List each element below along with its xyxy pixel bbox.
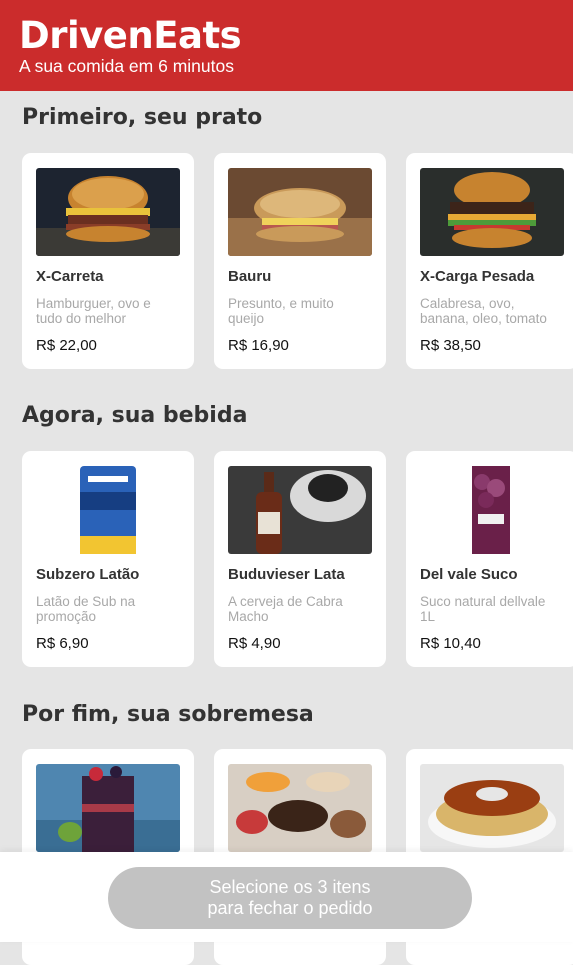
dish-description: Presunto, e muito queijo — [228, 296, 334, 326]
drink-name: Buduvieser Lata — [228, 566, 345, 583]
dish-card-bauru[interactable]: Bauru Presunto, e muito queijo R$ 16,90 — [214, 153, 386, 369]
checkout-footer: Selecione os 3 itens para fechar o pedid… — [0, 852, 573, 942]
drink-description: Suco natural dellvale 1L — [420, 594, 546, 624]
dish-card-x-carga-pesada[interactable]: X-Carga Pesada Calabresa, ovo, banana, o… — [406, 153, 573, 369]
section-title-desserts: Por fim, sua sobremesa — [22, 702, 314, 727]
drink-price: R$ 10,40 — [420, 635, 481, 652]
dessert-cups-photo — [228, 764, 372, 852]
brand-logo: DrivenEats — [19, 14, 242, 57]
checkout-button[interactable]: Selecione os 3 itens para fechar o pedid… — [108, 867, 472, 929]
drink-card-buduvieser[interactable]: Buduvieser Lata A cerveja de Cabra Macho… — [214, 451, 386, 667]
dish-price: R$ 22,00 — [36, 337, 97, 354]
drink-price: R$ 6,90 — [36, 635, 89, 652]
dish-price: R$ 16,90 — [228, 337, 289, 354]
drink-card-del-vale[interactable]: Del vale Suco Suco natural dellvale 1L R… — [406, 451, 573, 667]
dishes-row[interactable]: X-Carreta Hamburguer, ovo e tudo do melh… — [22, 153, 573, 369]
drinks-row[interactable]: Subzero Latão Latão de Sub na promoção R… — [22, 451, 573, 667]
drink-card-subzero[interactable]: Subzero Latão Latão de Sub na promoção R… — [22, 451, 194, 667]
dish-price: R$ 38,50 — [420, 337, 481, 354]
beer-bottle-photo — [228, 466, 372, 554]
dish-description: Hamburguer, ovo e tudo do melhor — [36, 296, 151, 326]
drink-description: Latão de Sub na promoção — [36, 594, 136, 624]
acai-cup-photo — [36, 764, 180, 852]
checkout-line-1: Selecione os 3 itens — [209, 877, 371, 897]
dish-name: X-Carreta — [36, 268, 104, 285]
juice-box-photo — [420, 466, 564, 554]
dish-description: Calabresa, ovo, banana, oleo, tomato — [420, 296, 547, 326]
beer-can-photo — [36, 466, 180, 554]
dish-name: X-Carga Pesada — [420, 268, 535, 285]
pudding-photo — [420, 764, 564, 852]
checkout-line-2: para fechar o pedido — [207, 898, 373, 918]
sandwich-photo — [228, 168, 372, 256]
drink-price: R$ 4,90 — [228, 635, 281, 652]
app-header: DrivenEats A sua comida em 6 minutos — [0, 0, 573, 91]
tagline: A sua comida em 6 minutos — [19, 56, 234, 76]
section-title-dishes: Primeiro, seu prato — [22, 105, 263, 130]
dish-name: Bauru — [228, 268, 272, 285]
drink-name: Del vale Suco — [420, 566, 518, 583]
burger-photo — [420, 168, 564, 256]
dish-card-x-carreta[interactable]: X-Carreta Hamburguer, ovo e tudo do melh… — [22, 153, 194, 369]
drink-description: A cerveja de Cabra Macho — [228, 594, 343, 624]
section-title-drinks: Agora, sua bebida — [22, 403, 248, 428]
burger-photo — [36, 168, 180, 256]
drink-name: Subzero Latão — [36, 566, 140, 583]
